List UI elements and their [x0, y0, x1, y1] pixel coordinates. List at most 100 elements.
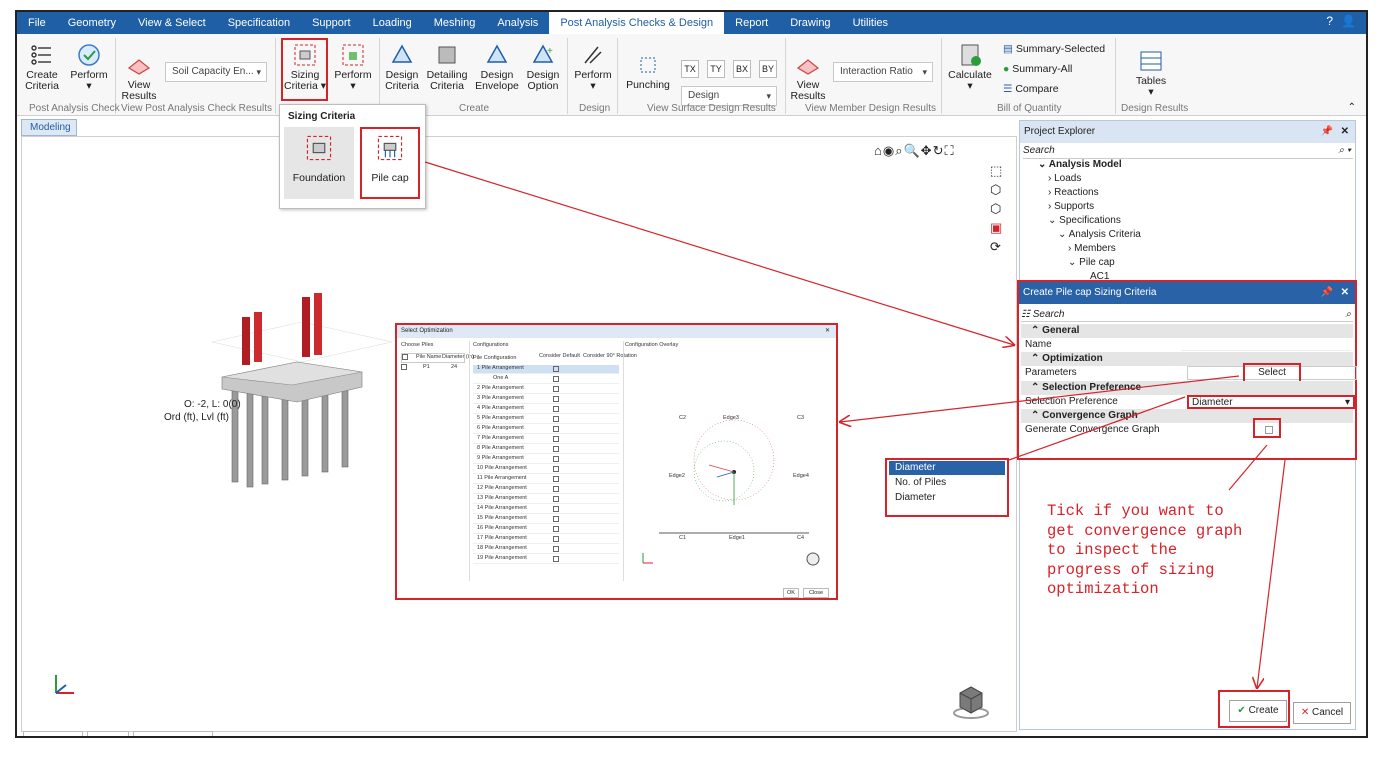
- pile-row[interactable]: P1 24: [401, 364, 465, 373]
- pile-row-checkbox[interactable]: [401, 364, 407, 370]
- pile-cap-model[interactable]: [202, 277, 402, 497]
- select-icon[interactable]: ⬚: [990, 161, 1002, 180]
- configuration-row[interactable]: 4 Pile Arrangement: [473, 405, 619, 414]
- consider-default-checkbox[interactable]: [553, 416, 559, 422]
- consider-default-checkbox[interactable]: [553, 406, 559, 412]
- bottom-tab-1[interactable]: [23, 731, 83, 736]
- menu-loading[interactable]: Loading: [362, 12, 423, 34]
- consider-default-checkbox[interactable]: [553, 366, 559, 372]
- pref-option-diameter-selected[interactable]: Diameter: [889, 461, 1005, 475]
- consider-default-checkbox[interactable]: [553, 486, 559, 492]
- consider-default-checkbox[interactable]: [553, 466, 559, 472]
- so-close-icon[interactable]: ✕: [825, 325, 830, 338]
- foundation-option[interactable]: Foundation: [284, 127, 354, 199]
- by-button[interactable]: BY: [759, 60, 777, 78]
- configuration-row[interactable]: 8 Pile Arrangement: [473, 445, 619, 454]
- configuration-row[interactable]: 2 Pile Arrangement: [473, 385, 619, 394]
- tree-item-pile-cap[interactable]: ⌄ Pile cap: [1068, 257, 1115, 268]
- render-icon[interactable]: ▣: [990, 218, 1002, 237]
- configuration-row[interactable]: 10 Pile Arrangement: [473, 465, 619, 474]
- tree-item-analysis-criteria[interactable]: ⌄ Analysis Criteria: [1058, 229, 1141, 240]
- consider-default-checkbox[interactable]: [553, 456, 559, 462]
- dialog-close-icon[interactable]: ✕: [1341, 282, 1349, 304]
- bottom-tab-3[interactable]: [133, 731, 213, 736]
- menu-specification[interactable]: Specification: [217, 12, 301, 34]
- consider-default-checkbox[interactable]: [553, 536, 559, 542]
- menu-analysis[interactable]: Analysis: [486, 12, 549, 34]
- cancel-button[interactable]: ✕ Cancel: [1293, 702, 1351, 724]
- consider-default-checkbox[interactable]: [553, 386, 559, 392]
- summary-selected-button[interactable]: ▤ Summary-Selected: [1003, 44, 1105, 55]
- menu-view-select[interactable]: View & Select: [127, 12, 217, 34]
- bottom-tab-2[interactable]: [87, 731, 129, 736]
- pin-icon[interactable]: 📌: [1321, 121, 1333, 143]
- view-cube-icon[interactable]: [950, 679, 992, 721]
- rotate-icon[interactable]: ↻: [933, 143, 945, 158]
- view-cube-icon[interactable]: ⬡: [990, 180, 1002, 199]
- menu-report[interactable]: Report: [724, 12, 779, 34]
- home-icon[interactable]: ⌂: [874, 143, 883, 158]
- design-envelope-button[interactable]: Design Envelope: [475, 42, 519, 92]
- section-optimization[interactable]: ⌃ Optimization: [1021, 352, 1353, 366]
- perform-button-3[interactable]: Perform ▾: [573, 42, 613, 92]
- configuration-row[interactable]: 19 Pile Arrangement: [473, 555, 619, 564]
- tree-item-loads[interactable]: › Loads: [1048, 173, 1081, 184]
- summary-all-button[interactable]: ● Summary-All: [1003, 64, 1072, 75]
- section-convergence-graph[interactable]: ⌃ Convergence Graph: [1021, 409, 1353, 423]
- tree-item-specifications[interactable]: ⌄ Specifications: [1048, 215, 1121, 226]
- menu-file[interactable]: File: [17, 12, 57, 34]
- consider-default-checkbox[interactable]: [553, 376, 559, 382]
- view-results-button-2[interactable]: View Results: [789, 52, 827, 102]
- orbit-icon[interactable]: ◉: [883, 143, 895, 158]
- tree-item-supports[interactable]: › Supports: [1048, 201, 1094, 212]
- collapse-ribbon-icon[interactable]: ⌃: [1348, 102, 1356, 113]
- tree-item-reactions[interactable]: › Reactions: [1048, 187, 1099, 198]
- configuration-row[interactable]: 14 Pile Arrangement: [473, 505, 619, 514]
- tables-button[interactable]: Tables ▾: [1129, 48, 1173, 98]
- so-close-button[interactable]: Close: [803, 588, 829, 598]
- configuration-row[interactable]: 1 Pile Arrangement: [473, 365, 619, 374]
- configuration-row[interactable]: 3 Pile Arrangement: [473, 395, 619, 404]
- configuration-row[interactable]: 18 Pile Arrangement: [473, 545, 619, 554]
- help-icon[interactable]: ?: [1326, 14, 1333, 28]
- calculate-button[interactable]: Calculate ▾: [947, 42, 993, 92]
- consider-default-checkbox[interactable]: [553, 516, 559, 522]
- consider-default-checkbox[interactable]: [553, 526, 559, 532]
- ty-button[interactable]: TY: [707, 60, 725, 78]
- design-criteria-button[interactable]: Design Criteria: [383, 42, 421, 92]
- close-icon[interactable]: ✕: [1341, 121, 1349, 143]
- detailing-criteria-button[interactable]: Detailing Criteria: [425, 42, 469, 92]
- view-iso-icon[interactable]: ⬡: [990, 199, 1002, 218]
- user-icon[interactable]: 👤: [1341, 14, 1356, 28]
- design-option-button[interactable]: + Design Option: [523, 42, 563, 92]
- configuration-row[interactable]: One A: [473, 375, 619, 384]
- refresh-icon[interactable]: ⟳: [990, 237, 1002, 256]
- search-icon[interactable]: ⌕ ▾: [1338, 145, 1351, 156]
- pref-option-no-of-piles[interactable]: No. of Piles: [889, 476, 1005, 490]
- explorer-search-input[interactable]: Search ⌕ ▾: [1023, 145, 1353, 159]
- zoom-icon[interactable]: 🔍: [903, 143, 920, 158]
- configuration-row[interactable]: 11 Pile Arrangement: [473, 475, 619, 484]
- consider-default-checkbox[interactable]: [553, 426, 559, 432]
- bx-button[interactable]: BX: [733, 60, 751, 78]
- section-selection-preference[interactable]: ⌃ Selection Preference: [1021, 381, 1353, 395]
- menu-geometry[interactable]: Geometry: [57, 12, 127, 34]
- consider-default-checkbox[interactable]: [553, 506, 559, 512]
- dialog-pin-icon[interactable]: 📌: [1321, 282, 1333, 304]
- configuration-row[interactable]: 5 Pile Arrangement: [473, 415, 619, 424]
- consider-default-checkbox[interactable]: [553, 446, 559, 452]
- pan-icon[interactable]: ✥: [921, 143, 933, 158]
- tree-item-analysis-model[interactable]: ⌄ Analysis Model: [1038, 159, 1122, 170]
- configuration-row[interactable]: 9 Pile Arrangement: [473, 455, 619, 464]
- soil-capacity-dropdown[interactable]: Soil Capacity En...: [165, 62, 267, 82]
- menu-support[interactable]: Support: [301, 12, 362, 34]
- pile-header-checkbox[interactable]: [402, 354, 408, 360]
- configuration-row[interactable]: 7 Pile Arrangement: [473, 435, 619, 444]
- configuration-row[interactable]: 13 Pile Arrangement: [473, 495, 619, 504]
- interaction-ratio-dropdown[interactable]: Interaction Ratio: [833, 62, 933, 82]
- perform-button-1[interactable]: Perform ▾: [69, 42, 109, 92]
- consider-default-checkbox[interactable]: [553, 496, 559, 502]
- consider-default-checkbox[interactable]: [553, 476, 559, 482]
- create-criteria-button[interactable]: Create Criteria: [23, 42, 61, 92]
- so-ok-button[interactable]: OK: [783, 588, 799, 598]
